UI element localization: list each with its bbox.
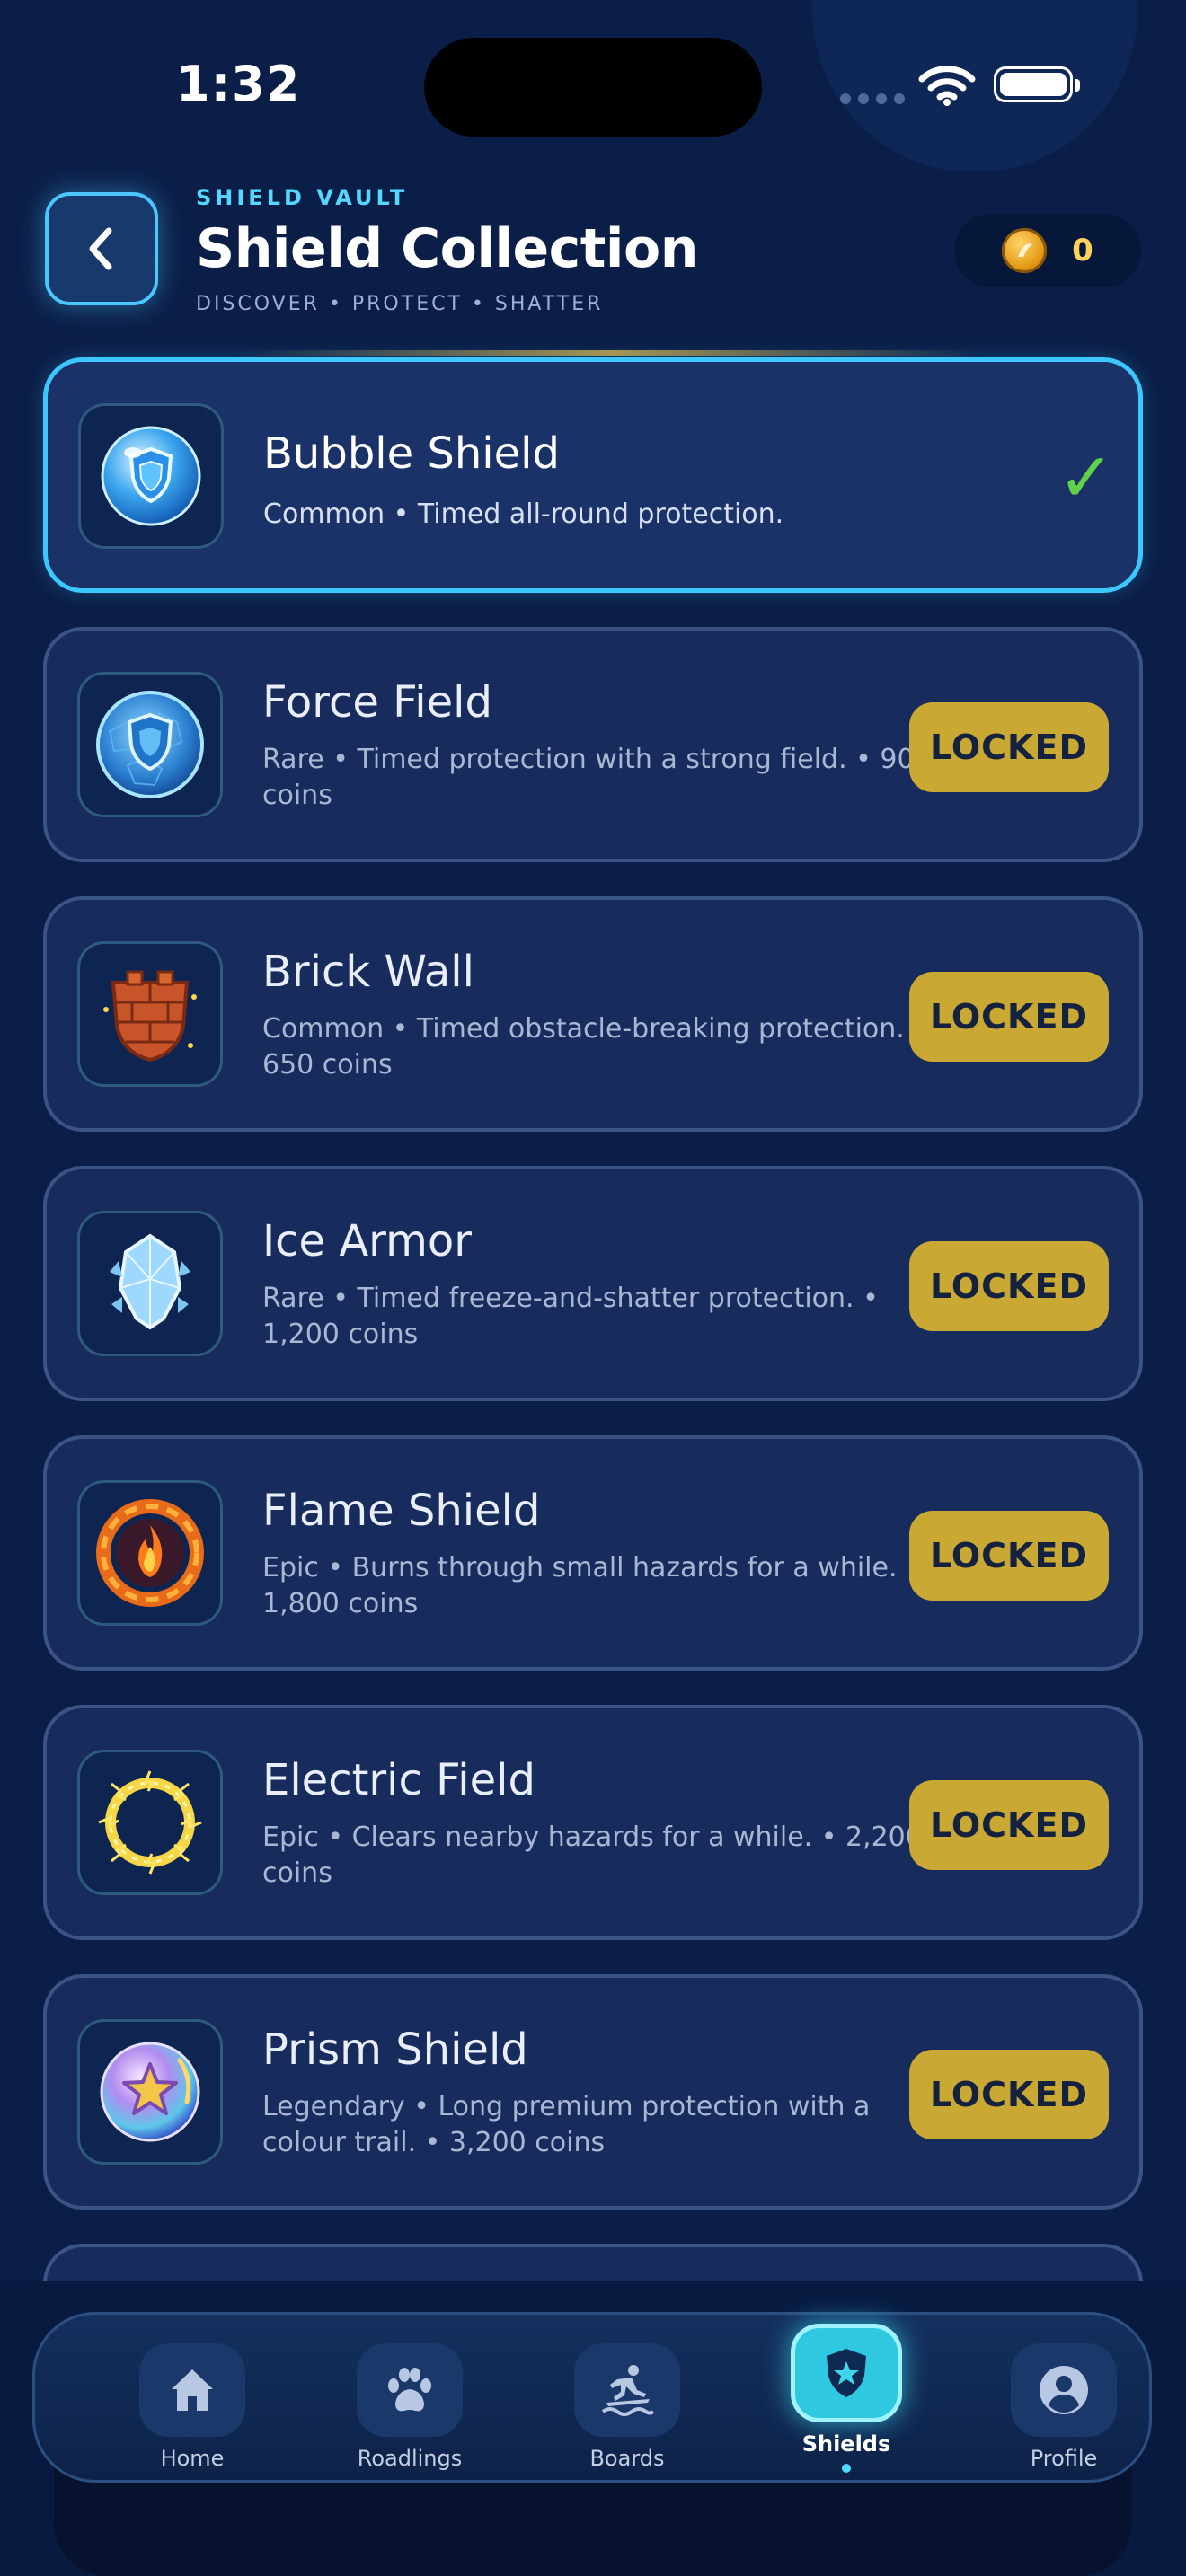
dynamic-island xyxy=(424,38,762,137)
nav-item-boards[interactable]: Boards xyxy=(560,2343,695,2471)
shield-description: Common • Timed all-round protection. xyxy=(263,498,784,530)
shield-name: Ice Armor xyxy=(262,1216,472,1266)
shield-card-prism-shield[interactable]: Prism Shield Legendary • Long premium pr… xyxy=(43,1974,1143,2210)
nav-label: Roadlings xyxy=(357,2446,463,2471)
flame-shield-icon xyxy=(77,1480,223,1626)
active-indicator xyxy=(842,2464,851,2473)
nav-item-home[interactable]: Home xyxy=(125,2343,260,2471)
page-title: Shield Collection xyxy=(196,217,698,280)
page-tagline: DISCOVER • PROTECT • SHATTER xyxy=(196,293,604,315)
locked-button[interactable]: LOCKED xyxy=(909,1241,1109,1331)
nav-label: Shields xyxy=(801,2431,891,2457)
locked-button[interactable]: LOCKED xyxy=(909,1511,1109,1601)
coin-icon xyxy=(1002,228,1048,273)
signal-dots-icon xyxy=(840,93,905,104)
ice-armor-icon xyxy=(77,1211,223,1356)
shield-card-force-field[interactable]: Force Field Rare • Timed protection with… xyxy=(43,627,1143,862)
shield-card-brick-wall[interactable]: Brick Wall Common • Timed obstacle-break… xyxy=(43,896,1143,1132)
nav-label: Home xyxy=(160,2446,225,2471)
shield-description: Legendary • Long premium protection with… xyxy=(262,2091,871,2158)
nav-item-shields[interactable]: Shields xyxy=(779,2324,914,2473)
shield-card-ice-armor[interactable]: Ice Armor Rare • Timed freeze-and-shatte… xyxy=(43,1166,1143,1401)
shield-card-flame-shield[interactable]: Flame Shield Epic • Burns through small … xyxy=(43,1435,1143,1671)
locked-button[interactable]: LOCKED xyxy=(909,702,1109,792)
brick-wall-icon xyxy=(77,941,223,1087)
nav-label: Profile xyxy=(1030,2446,1098,2471)
nav-item-profile[interactable]: Profile xyxy=(996,2343,1131,2471)
shield-description: Common • Timed obstacle-breaking protect… xyxy=(262,1013,930,1081)
status-time: 1:32 xyxy=(176,56,301,112)
shield-card-electric-field[interactable]: Electric Field Epic • Clears nearby haza… xyxy=(43,1705,1143,1940)
home-icon xyxy=(139,2343,245,2437)
paw-icon xyxy=(357,2343,463,2437)
shield-star-icon xyxy=(791,2324,902,2422)
header-divider xyxy=(252,350,970,356)
electric-field-icon xyxy=(77,1750,223,1895)
shield-description: Epic • Burns through small hazards for a… xyxy=(262,1552,922,1619)
status-bar: 1:32 xyxy=(0,0,1186,180)
shield-description: Epic • Clears nearby hazards for a while… xyxy=(262,1822,923,1889)
shield-name: Prism Shield xyxy=(262,2025,528,2075)
wifi-icon xyxy=(918,66,976,106)
shield-name: Brick Wall xyxy=(262,947,474,997)
profile-icon xyxy=(1011,2343,1117,2437)
shield-name: Bubble Shield xyxy=(263,428,560,479)
nav-item-roadlings[interactable]: Roadlings xyxy=(342,2343,477,2471)
force-field-icon xyxy=(77,672,223,817)
shield-card-bubble-shield[interactable]: Bubble Shield Common • Timed all-round p… xyxy=(43,357,1143,593)
surfer-icon xyxy=(574,2343,680,2437)
shield-description: Rare • Timed protection with a strong fi… xyxy=(262,744,932,811)
locked-button[interactable]: LOCKED xyxy=(909,2050,1109,2139)
back-button[interactable] xyxy=(45,192,158,305)
coin-balance[interactable]: 0 xyxy=(954,214,1141,287)
shield-name: Force Field xyxy=(262,677,492,728)
prism-shield-icon xyxy=(77,2019,223,2165)
bubble-shield-icon xyxy=(78,403,224,549)
battery-icon xyxy=(994,66,1080,102)
locked-button[interactable]: LOCKED xyxy=(909,972,1109,1062)
bottom-nav: Home Roadlings Boards Shields Profile xyxy=(32,2312,1152,2483)
shield-name: Electric Field xyxy=(262,1755,535,1805)
coin-count: 0 xyxy=(1072,233,1093,269)
page-eyebrow: SHIELD VAULT xyxy=(196,185,409,210)
shield-name: Flame Shield xyxy=(262,1486,541,1536)
locked-button[interactable]: LOCKED xyxy=(909,1780,1109,1870)
nav-label: Boards xyxy=(589,2446,665,2471)
equipped-check-icon: ✓ xyxy=(1058,437,1115,517)
header: SHIELD VAULT Shield Collection DISCOVER … xyxy=(0,171,1186,359)
chevron-left-icon xyxy=(89,227,112,270)
shield-description: Rare • Timed freeze-and-shatter protecti… xyxy=(262,1283,879,1350)
